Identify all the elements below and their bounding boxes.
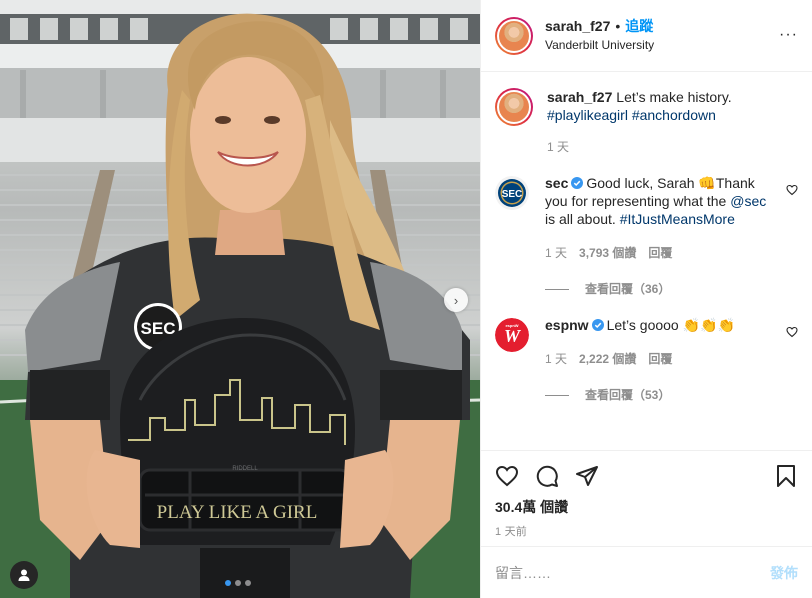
sec-avatar[interactable]: SEC: [495, 176, 529, 210]
espnw-avatar[interactable]: W espnW: [495, 318, 529, 352]
svg-text:espnW: espnW: [505, 323, 518, 328]
separator-dot: •: [615, 17, 621, 34]
view-replies-label: 查看回覆（36）: [585, 282, 671, 296]
more-options-icon[interactable]: ···: [779, 26, 798, 44]
photo-illustration: SEC RIDDELL PLAY LIKE A GIRL: [0, 0, 480, 598]
caption-avatar[interactable]: [495, 88, 533, 126]
comment-input[interactable]: [495, 564, 735, 581]
chevron-right-icon: ›: [453, 292, 459, 308]
helmet-brand-text: RIDDELL: [232, 466, 258, 472]
post-photo[interactable]: SEC RIDDELL PLAY LIKE A GIRL ›: [0, 0, 480, 598]
clap-emoji: 👏👏👏: [682, 317, 735, 333]
user-icon: [18, 569, 30, 581]
posted-time: 1 天前: [495, 526, 527, 538]
post-details-panel: sarah_f27 • 追蹤 Vanderbilt University ···…: [480, 0, 812, 598]
carousel-dot-active: [225, 580, 231, 586]
carousel-indicator: [225, 580, 251, 586]
reply-button[interactable]: 回覆: [648, 350, 672, 368]
post-header: sarah_f27 • 追蹤 Vanderbilt University ···: [481, 0, 812, 72]
comment-time: 1 天: [545, 246, 568, 260]
author-username[interactable]: sarah_f27: [545, 17, 610, 36]
likes-count[interactable]: 30.4萬 個讚: [495, 497, 798, 517]
carousel-dot: [235, 580, 241, 586]
follow-button[interactable]: 追蹤: [625, 17, 653, 36]
comment-username[interactable]: sec: [545, 175, 568, 191]
view-replies-button[interactable]: 查看回覆（53）: [545, 386, 777, 404]
comment-likes[interactable]: 3,793 個讚: [579, 244, 636, 262]
svg-text:W: W: [504, 326, 522, 346]
instagram-post-modal: SEC RIDDELL PLAY LIKE A GIRL › sarah_f27…: [0, 0, 812, 598]
helmet-slogan: PLAY LIKE A GIRL: [157, 502, 318, 523]
comment-likes[interactable]: 2,222 個讚: [579, 350, 636, 368]
add-comment-bar: 發佈: [481, 546, 812, 598]
comments-list[interactable]: sarah_f27 Let’s make history. #playlikea…: [481, 72, 812, 450]
fist-emoji: 👊: [698, 175, 716, 191]
post-comment-button[interactable]: 發佈: [770, 563, 798, 583]
next-photo-button[interactable]: ›: [444, 288, 468, 312]
caption-username[interactable]: sarah_f27: [547, 89, 612, 105]
reply-button[interactable]: 回覆: [648, 244, 672, 262]
caption-text: Let’s make history.: [616, 89, 732, 105]
view-replies-button[interactable]: 查看回覆（36）: [545, 280, 777, 298]
svg-text:SEC: SEC: [502, 189, 523, 200]
comment-item: SEC sec Good luck, Sarah 👊Thank you for r…: [495, 174, 798, 298]
comment-time: 1 天: [545, 352, 568, 366]
comment-hashtag[interactable]: #ItJustMeansMore: [620, 211, 735, 227]
comment-text: Let’s goooo: [606, 317, 683, 333]
comment-text: Good luck, Sarah: [586, 175, 699, 191]
caption-time: 1 天: [547, 140, 570, 154]
share-paper-plane-icon[interactable]: [575, 464, 599, 488]
verified-badge-icon: [591, 319, 604, 331]
author-avatar[interactable]: [495, 16, 533, 55]
post-actions: 30.4萬 個讚 1 天前: [481, 450, 812, 546]
comment-item: W espnW espnw Let’s goooo 👏👏👏 1 天 2,222 個…: [495, 316, 798, 404]
comment-like-heart-icon[interactable]: [786, 184, 798, 196]
jersey-logo: SEC: [141, 319, 176, 338]
save-bookmark-icon[interactable]: [774, 464, 798, 488]
comment-like-heart-icon[interactable]: [786, 326, 798, 338]
tagged-users-button[interactable]: [10, 561, 38, 589]
like-heart-icon[interactable]: [495, 464, 519, 488]
caption: sarah_f27 Let’s make history. #playlikea…: [495, 88, 798, 156]
verified-badge-icon: [571, 177, 584, 189]
comment-text-end: is all about.: [545, 211, 620, 227]
comment-username[interactable]: espnw: [545, 317, 589, 333]
carousel-dot: [245, 580, 251, 586]
caption-hashtags[interactable]: #playlikeagirl #anchordown: [547, 107, 716, 123]
post-location[interactable]: Vanderbilt University: [545, 36, 654, 55]
comment-mention[interactable]: @sec: [730, 193, 766, 209]
comment-bubble-icon[interactable]: [535, 464, 559, 488]
view-replies-label: 查看回覆（53）: [585, 388, 671, 402]
